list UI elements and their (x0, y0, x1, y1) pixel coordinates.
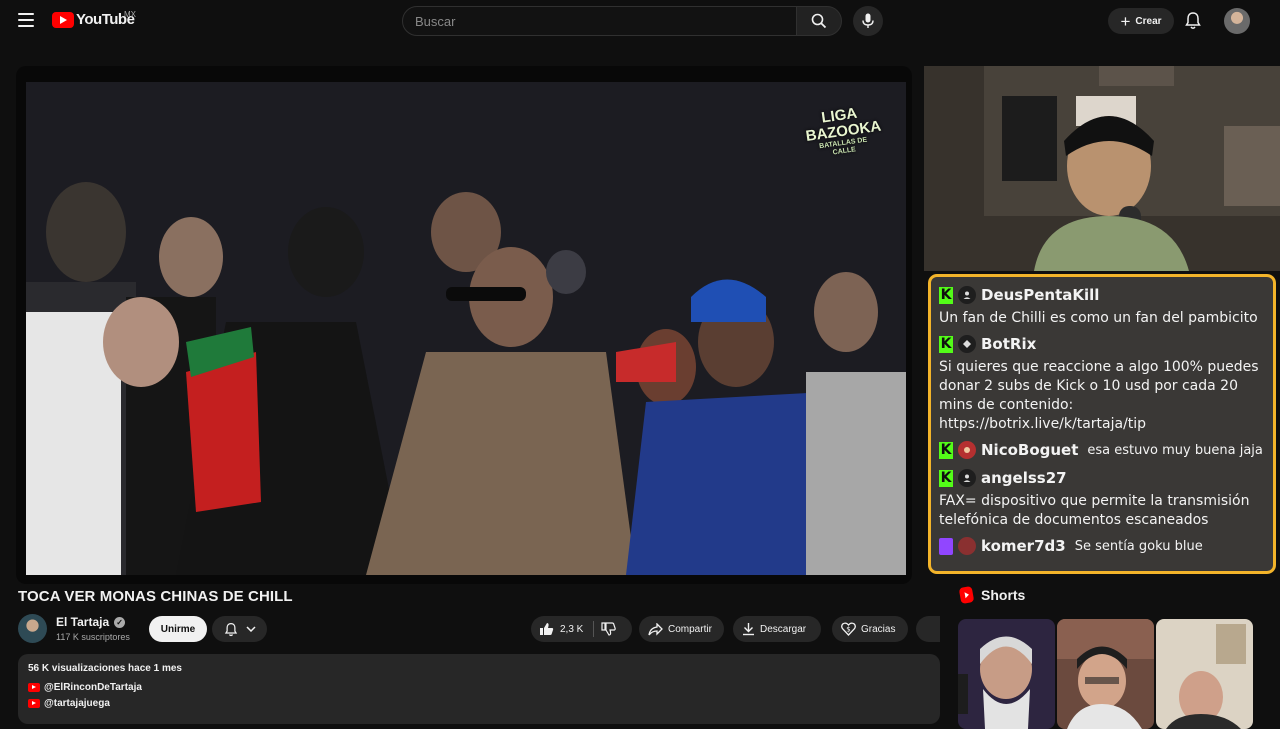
kick-icon: K (939, 286, 953, 304)
shorts-icon (958, 585, 975, 605)
user-avatar-icon (958, 537, 976, 555)
youtube-icon (28, 699, 40, 708)
notifications-icon[interactable] (1184, 11, 1202, 35)
subscriber-count: 117 K suscriptores (56, 632, 130, 642)
create-label: Crear (1135, 15, 1162, 27)
shorts-title: Shorts (981, 587, 1026, 603)
short-thumbnail[interactable] (958, 619, 1055, 729)
download-label: Descargar (760, 623, 807, 635)
user-icon (958, 286, 976, 304)
youtube-play-icon (52, 11, 74, 28)
chat-text: Se sentía goku blue (1074, 538, 1203, 554)
like-count[interactable]: 2,3 K (560, 624, 583, 635)
chat-message: K DeusPentaKill Un fan de Chilli es como… (939, 283, 1265, 328)
subscription-notifications-button[interactable] (212, 616, 267, 642)
kick-icon: K (939, 469, 953, 487)
short-image (1057, 619, 1154, 729)
top-bar: YouTube MX + Crear (0, 0, 1280, 42)
view-count-date: 56 K visualizaciones hace 1 mes (28, 663, 182, 674)
thanks-button[interactable]: $ Gracias (832, 616, 908, 642)
video-title: TOCA VER MONAS CHINAS DE CHILL (18, 588, 293, 605)
kick-icon: K (939, 441, 953, 459)
channel-avatar[interactable] (18, 614, 47, 643)
heart-dollar-icon: $ (841, 622, 856, 636)
short-image (958, 619, 1055, 729)
like-dislike-group: 2,3 K (531, 616, 632, 642)
svg-text:$: $ (846, 626, 850, 634)
menu-icon[interactable] (18, 13, 34, 27)
channel-watermark: LIGA BAZOOKA BATALLAS DE CALLE (803, 103, 882, 166)
user-avatar-icon (958, 441, 976, 459)
thanks-label: Gracias (861, 623, 896, 635)
channel-link-text[interactable]: @ElRinconDeTartaja (44, 682, 142, 693)
share-icon (648, 622, 663, 636)
description-channel-link[interactable]: @ElRinconDeTartaja (28, 682, 930, 693)
download-icon (743, 623, 754, 636)
voice-search-button[interactable] (853, 6, 883, 36)
chat-username: NicoBoguet (981, 441, 1079, 459)
shorts-header: Shorts (958, 585, 1026, 605)
share-button[interactable]: Compartir (639, 616, 724, 642)
video-scene (26, 82, 906, 575)
chevron-down-icon (245, 626, 256, 632)
short-image (1156, 619, 1253, 729)
account-avatar[interactable] (1224, 8, 1250, 34)
chat-text: FAX= dispositivo que permite la transmis… (939, 493, 1250, 528)
search-button[interactable] (796, 6, 842, 36)
chat-message: K BotRix Si quieres que reaccione a algo… (939, 332, 1265, 434)
streamer-webcam (924, 66, 1280, 271)
download-button[interactable]: Descargar (733, 616, 821, 642)
search-icon (811, 13, 827, 29)
short-thumbnail[interactable] (1057, 619, 1154, 729)
divider (593, 621, 595, 637)
create-button[interactable]: + Crear (1108, 8, 1174, 34)
chat-username: DeusPentaKill (981, 286, 1100, 304)
chat-text: Si quieres que reaccione a algo 100% pue… (939, 359, 1259, 432)
share-label: Compartir (668, 623, 712, 635)
search-box (402, 6, 797, 36)
microphone-icon (862, 13, 874, 28)
chat-message: komer7d3 Se sentía goku blue (939, 534, 1265, 558)
kick-icon: K (939, 335, 953, 353)
channel-link-text[interactable]: @tartajajuega (44, 698, 110, 709)
like-icon[interactable] (539, 622, 554, 636)
plus-icon: + (1120, 11, 1131, 31)
verified-icon: ✓ (114, 616, 126, 628)
bot-icon (958, 335, 976, 353)
channel-name[interactable]: El Tartaja (56, 615, 109, 629)
short-thumbnail[interactable] (1156, 619, 1253, 729)
video-player[interactable]: LIGA BAZOOKA BATALLAS DE CALLE (16, 66, 912, 584)
bell-icon (224, 622, 237, 636)
join-button[interactable]: Unirme (149, 616, 207, 642)
user-icon (958, 469, 976, 487)
youtube-icon (28, 683, 40, 692)
chat-text: Un fan de Chilli es como un fan del pamb… (939, 310, 1258, 326)
chat-text: esa estuvo muy buena jaja (1087, 442, 1263, 458)
chat-username: angelss27 (981, 469, 1067, 487)
more-actions-button[interactable] (916, 616, 940, 642)
channel-name-row[interactable]: El Tartaja ✓ (56, 615, 126, 629)
youtube-logo[interactable]: YouTube (52, 11, 135, 28)
webcam-image (924, 66, 1280, 271)
chat-message: K angelss27 FAX= dispositivo que permite… (939, 466, 1265, 530)
chat-username: BotRix (981, 335, 1037, 353)
chat-username: komer7d3 (981, 537, 1066, 555)
description-box[interactable]: 56 K visualizaciones hace 1 mes @ElRinco… (18, 654, 940, 724)
twitch-icon (939, 537, 953, 555)
dislike-icon[interactable] (601, 622, 617, 636)
live-chat-overlay: K DeusPentaKill Un fan de Chilli es como… (928, 274, 1276, 574)
video-frame[interactable]: LIGA BAZOOKA BATALLAS DE CALLE (26, 82, 906, 575)
search-input[interactable] (403, 7, 796, 35)
chat-message: K NicoBoguet esa estuvo muy buena jaja (939, 438, 1265, 462)
description-channel-link[interactable]: @tartajajuega (28, 698, 930, 709)
country-code: MX (124, 10, 136, 19)
